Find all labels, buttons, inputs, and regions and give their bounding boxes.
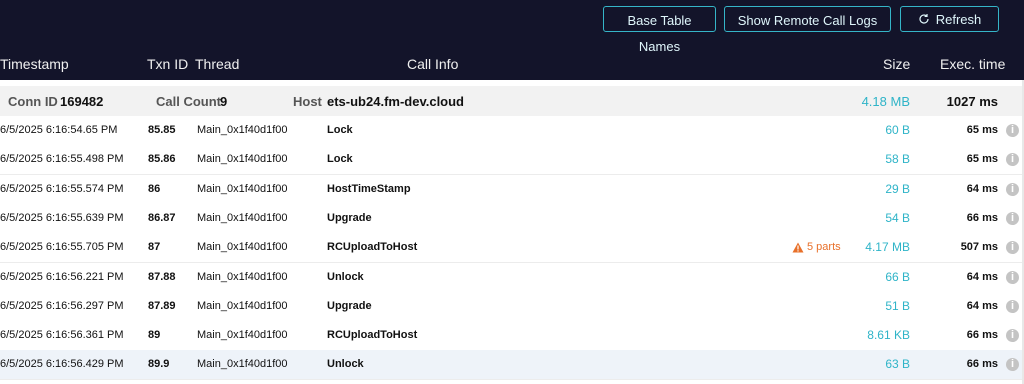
size-cell: 58 B: [885, 152, 910, 167]
exec-time-cell: 64 ms: [966, 270, 998, 283]
timestamp-cell: 6/5/2025 6:16:56.429 PM: [0, 358, 124, 371]
exec-time-cell: 64 ms: [966, 299, 998, 312]
exec-time-cell: 66 ms: [966, 358, 998, 371]
parts-warning-label: 5 parts: [807, 241, 841, 254]
connection-size: 4.18 MB: [861, 94, 910, 109]
info-icon[interactable]: i: [1006, 241, 1019, 255]
exec-time-cell: 64 ms: [966, 182, 998, 195]
thread-cell: Main_0x1f40d1f00: [197, 153, 288, 166]
connection-exec-time: 1027 ms: [946, 94, 998, 109]
size-cell: 60 B: [885, 123, 910, 137]
timestamp-cell: 6/5/2025 6:16:55.498 PM: [0, 153, 124, 166]
timestamp-cell: 6/5/2025 6:16:55.574 PM: [0, 182, 124, 195]
timestamp-cell: 6/5/2025 6:16:55.639 PM: [0, 211, 124, 224]
txn-id-cell: 87.88: [148, 270, 176, 283]
base-table-names-button[interactable]: Base Table Names: [603, 6, 716, 54]
thread-cell: Main_0x1f40d1f00: [197, 124, 288, 136]
refresh-icon: [919, 14, 929, 24]
txn-id-cell: 86: [148, 182, 161, 195]
size-cell: 4.17 MB: [865, 240, 910, 255]
thread-cell: Main_0x1f40d1f00: [197, 358, 288, 371]
size-cell: 54 B: [885, 210, 910, 225]
thread-cell: Main_0x1f40d1f00: [197, 211, 288, 224]
call-info-cell: Upgrade: [327, 299, 372, 312]
call-count-value: 9: [220, 94, 228, 109]
column-header-exec-time[interactable]: Exec. time: [940, 56, 1005, 72]
refresh-button[interactable]: Refresh: [900, 6, 999, 32]
info-icon[interactable]: i: [1006, 153, 1019, 167]
table-row[interactable]: 6/5/2025 6:16:56.297 PM 87.89 Main_0x1f40d…: [0, 291, 1022, 322]
info-icon[interactable]: i: [1006, 211, 1019, 225]
exec-time-cell: 66 ms: [966, 211, 998, 224]
warning-icon: [792, 242, 804, 253]
call-info-cell: Lock: [327, 124, 353, 136]
txn-id-cell: 89: [148, 329, 161, 342]
call-info-cell: Unlock: [327, 358, 364, 371]
txn-id-cell: 87.89: [148, 299, 176, 312]
table-row[interactable]: 6/5/2025 6:16:55.639 PM 86.87 Main_0x1f40d…: [0, 203, 1022, 234]
exec-time-cell: 65 ms: [966, 124, 998, 136]
size-cell: 63 B: [885, 357, 910, 372]
host-value: ets-ub24.fm-dev.cloud: [327, 94, 465, 109]
call-info-cell: Upgrade: [327, 211, 372, 224]
column-header-thread[interactable]: Thread: [195, 56, 239, 72]
column-header-timestamp[interactable]: Timestamp: [0, 56, 69, 72]
show-remote-call-logs-button[interactable]: Show Remote Call Logs: [724, 6, 891, 32]
conn-id-label: Conn ID: [8, 94, 58, 109]
exec-time-cell: 65 ms: [966, 153, 998, 166]
conn-id-value: 169482: [60, 94, 104, 109]
thread-cell: Main_0x1f40d1f00: [197, 299, 288, 312]
parts-warning[interactable]: 5 parts: [792, 241, 841, 253]
info-icon[interactable]: i: [1006, 182, 1019, 196]
table-row[interactable]: 6/5/2025 6:16:56.361 PM 89 Main_0x1f40d1f0…: [0, 321, 1022, 352]
thread-cell: Main_0x1f40d1f00: [197, 182, 288, 195]
info-icon[interactable]: i: [1006, 124, 1019, 137]
size-cell: 29 B: [885, 181, 910, 196]
connection-summary-row[interactable]: Conn ID 169482 Call Count 9 Host ets-ub2…: [0, 86, 1022, 116]
size-cell: 8.61 KB: [867, 328, 910, 343]
txn-id-cell: 87: [148, 241, 161, 254]
column-header-txn-id[interactable]: Txn ID: [147, 56, 188, 72]
table-row[interactable]: 6/5/2025 6:16:56.221 PM 87.88 Main_0x1f40d…: [0, 262, 1022, 293]
call-info-cell: RCUploadToHost: [327, 241, 418, 254]
txn-id-cell: 86.87: [148, 211, 176, 224]
size-cell: 66 B: [885, 269, 910, 284]
column-header-size[interactable]: Size: [883, 56, 910, 72]
call-info-cell: HostTimeStamp: [327, 182, 411, 195]
timestamp-cell: 6/5/2025 6:16:55.705 PM: [0, 241, 124, 254]
info-icon[interactable]: i: [1006, 299, 1019, 313]
thread-cell: Main_0x1f40d1f00: [197, 329, 288, 342]
info-icon[interactable]: i: [1006, 329, 1019, 343]
timestamp-cell: 6/5/2025 6:16:56.361 PM: [0, 329, 124, 342]
call-info-cell: RCUploadToHost: [327, 329, 418, 342]
timestamp-cell: 6/5/2025 6:16:56.297 PM: [0, 299, 124, 312]
timestamp-cell: 6/5/2025 6:16:54.65 PM: [0, 124, 118, 136]
info-icon[interactable]: i: [1006, 358, 1019, 372]
txn-id-cell: 89.9: [148, 358, 170, 371]
host-label: Host: [293, 94, 322, 109]
info-icon[interactable]: i: [1006, 270, 1019, 284]
refresh-label: Refresh: [935, 12, 982, 27]
exec-time-cell: 66 ms: [966, 329, 998, 342]
txn-id-cell: 85.86: [148, 153, 176, 166]
size-cell: 51 B: [885, 298, 910, 313]
table-row[interactable]: 6/5/2025 6:16:55.574 PM 86 Main_0x1f40d1f0…: [0, 174, 1022, 205]
exec-time-cell: 507 ms: [960, 241, 998, 254]
top-bar: Base Table Names Show Remote Call Logs R…: [0, 0, 1024, 80]
timestamp-cell: 6/5/2025 6:16:56.221 PM: [0, 270, 124, 283]
call-info-cell: Unlock: [327, 270, 364, 283]
table-row[interactable]: 6/5/2025 6:16:54.65 PM 85.85 Main_0x1f40d1…: [0, 116, 1022, 146]
txn-id-cell: 85.85: [148, 124, 176, 136]
call-count-label: Call Count: [156, 94, 221, 109]
table-row[interactable]: 6/5/2025 6:16:56.429 PM 89.9 Main_0x1f40d1…: [0, 350, 1022, 381]
table-row[interactable]: 6/5/2025 6:16:55.705 PM 87 Main_0x1f40d1f0…: [0, 233, 1022, 264]
table-row[interactable]: 6/5/2025 6:16:55.498 PM 85.86 Main_0x1f40d…: [0, 145, 1022, 176]
column-header-call-info[interactable]: Call Info: [407, 56, 458, 72]
call-info-cell: Lock: [327, 153, 353, 166]
thread-cell: Main_0x1f40d1f00: [197, 241, 288, 254]
thread-cell: Main_0x1f40d1f00: [197, 270, 288, 283]
